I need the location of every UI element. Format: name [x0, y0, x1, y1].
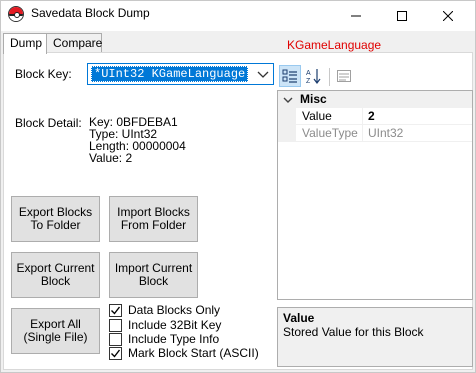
property-name: Value — [302, 109, 332, 123]
block-key-value: *UInt32 KGameLanguage — [91, 66, 249, 82]
property-grid-toolbar: A Z — [277, 64, 473, 90]
block-detail-values: Key: 0BFDEBA1 Type: UInt32 Length: 00000… — [89, 116, 186, 164]
categorized-button[interactable] — [279, 65, 301, 87]
checkbox-include-type-info[interactable]: Include Type Info — [109, 332, 219, 346]
toolbar-separator — [329, 68, 330, 86]
description-title: Value — [283, 311, 315, 325]
tab-dump-label: Dump — [10, 36, 43, 50]
property-pages-icon — [337, 70, 351, 82]
chevron-down-icon[interactable] — [255, 66, 271, 82]
description-text: Stored Value for this Block — [283, 325, 424, 339]
tab-compare[interactable]: Compare — [46, 33, 102, 53]
column-divider — [362, 125, 363, 142]
maximize-icon — [397, 11, 407, 21]
close-icon — [443, 11, 453, 21]
minimize-button[interactable] — [333, 1, 379, 31]
block-key-combobox[interactable]: *UInt32 KGameLanguage — [87, 63, 274, 85]
column-divider — [362, 108, 363, 125]
block-key-label: Block Key: — [15, 67, 72, 81]
property-value: UInt32 — [368, 126, 404, 140]
row-margin — [278, 108, 296, 125]
categorized-icon — [282, 69, 297, 83]
checkbox-box[interactable] — [109, 303, 122, 317]
checkbox-label: Include Type Info — [128, 332, 220, 346]
export-all-button[interactable]: Export All (Single File) — [11, 308, 100, 354]
main-window: Savedata Block Dump Dump Compare KGameLa… — [0, 0, 476, 373]
checkmark-icon — [111, 349, 121, 358]
checkbox-data-blocks-only[interactable]: Data Blocks Only — [109, 303, 220, 317]
title-bar: Savedata Block Dump — [1, 1, 475, 31]
checkbox-label: Mark Block Start (ASCII) — [128, 346, 259, 360]
checkmark-icon — [111, 306, 121, 315]
minimize-icon — [351, 15, 361, 17]
category-label: Misc — [300, 92, 327, 106]
property-row-valuetype[interactable]: ValueType UInt32 — [278, 125, 472, 142]
property-name: ValueType — [302, 126, 358, 140]
maximize-button[interactable] — [379, 1, 425, 31]
svg-text:Z: Z — [306, 78, 311, 84]
tab-dump[interactable]: Dump — [3, 33, 47, 54]
pokeball-icon — [8, 6, 24, 22]
window-title: Savedata Block Dump — [31, 6, 150, 20]
export-blocks-button[interactable]: Export Blocks To Folder — [11, 196, 100, 242]
tab-compare-label: Compare — [53, 36, 103, 50]
row-divider — [296, 141, 472, 142]
header-note: KGameLanguage — [287, 38, 382, 52]
checkbox-box[interactable] — [109, 332, 122, 346]
checkbox-box[interactable] — [109, 318, 122, 332]
property-grid[interactable]: Misc Value 2 ValueType UInt32 — [277, 90, 473, 300]
row-margin — [278, 125, 296, 142]
checkbox-mark-block-start[interactable]: Mark Block Start (ASCII) — [109, 346, 259, 360]
property-value[interactable]: 2 — [368, 109, 375, 123]
property-row-value[interactable]: Value 2 — [278, 108, 472, 125]
checkbox-label: Include 32Bit Key — [128, 318, 222, 332]
property-description-pane: Value Stored Value for this Block — [277, 307, 473, 367]
alphabetical-sort-icon: A Z — [306, 69, 321, 84]
alphabetical-button[interactable]: A Z — [303, 65, 325, 87]
import-current-button[interactable]: Import Current Block — [109, 252, 198, 298]
block-detail-label: Block Detail: — [15, 116, 82, 130]
property-pages-button[interactable] — [333, 65, 355, 87]
block-detail-value: Value: 2 — [89, 151, 133, 165]
export-current-button[interactable]: Export Current Block — [11, 252, 100, 298]
checkbox-label: Data Blocks Only — [128, 303, 221, 317]
svg-text:A: A — [306, 70, 311, 77]
close-button[interactable] — [425, 1, 471, 31]
collapse-icon[interactable] — [283, 95, 293, 105]
import-blocks-button[interactable]: Import Blocks From Folder — [109, 196, 198, 242]
checkbox-box[interactable] — [109, 346, 122, 360]
checkbox-include-32bit-key[interactable]: Include 32Bit Key — [109, 318, 221, 332]
category-row[interactable]: Misc — [278, 91, 472, 108]
